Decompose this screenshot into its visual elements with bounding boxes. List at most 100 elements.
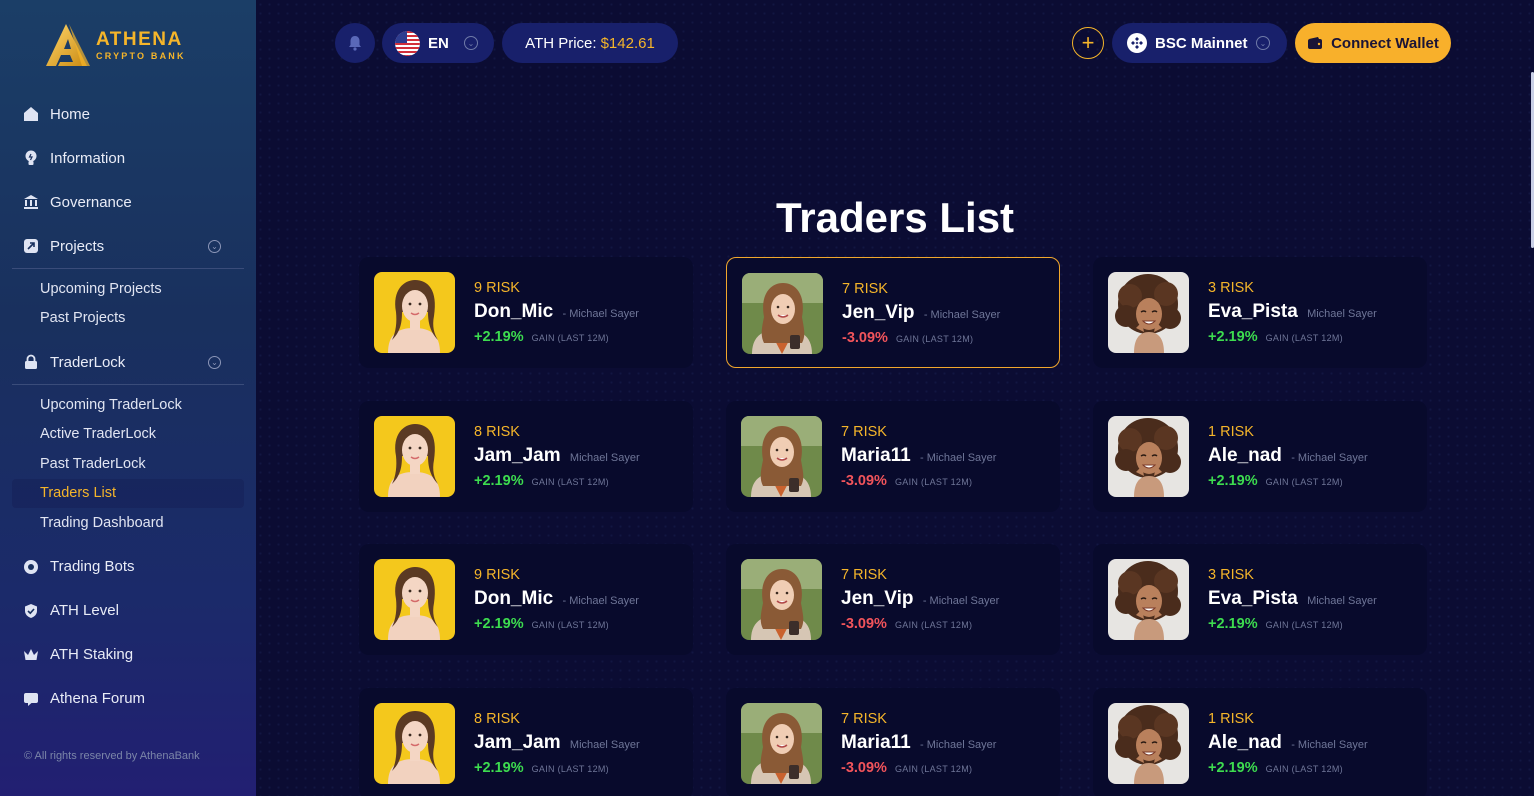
trader-author: Michael Sayer [569,739,640,751]
trader-card[interactable]: 9 RISK Don_Mic - Michael Sayer +2.19% GA… [359,544,693,655]
trader-name-row: Jen_Vip - Michael Sayer [842,302,1000,324]
trader-card[interactable]: 7 RISK Maria11 - Michael Sayer -3.09% GA… [726,401,1060,512]
trader-name: Jen_Vip [842,302,915,323]
trader-name: Jen_Vip [841,588,914,609]
language-selector[interactable]: EN ⌄ [382,23,494,63]
trader-card[interactable]: 3 RISK Eva_Pista Michael Sayer +2.19% GA… [1093,544,1427,655]
trader-card[interactable]: 3 RISK Eva_Pista Michael Sayer +2.19% GA… [1093,257,1427,368]
athena-logo-icon [46,24,90,66]
shield-icon [23,603,39,619]
trader-gain-label: GAIN (LAST 12M) [895,334,974,344]
trader-name: Don_Mic [474,588,554,609]
trader-card[interactable]: 7 RISK Maria11 - Michael Sayer -3.09% GA… [726,688,1060,796]
connect-wallet-button[interactable]: Connect Wallet [1295,23,1451,63]
trader-risk: 7 RISK [841,424,887,440]
chevron-down-icon: ⌄ [464,36,478,50]
sidebar-item-projects[interactable]: Projects ⌄ [12,224,244,268]
trader-card[interactable]: 8 RISK Jam_Jam Michael Sayer +2.19% GAIN… [359,688,693,796]
bank-icon [23,194,39,210]
trader-name-row: Jen_Vip - Michael Sayer [841,588,999,610]
trader-gain: +2.19% [474,760,524,776]
main-content: EN ⌄ ATH Price: $142.61 + BSC Mainnet ⌄ … [256,0,1534,796]
trader-avatar [741,559,822,640]
sidebar-item-traderlock[interactable]: TraderLock ⌄ [12,340,244,384]
chevron-down-icon[interactable]: ⌄ [208,240,221,253]
trader-gain-row: +2.19% GAIN (LAST 12M) [1208,473,1343,489]
page-title: Traders List [775,194,1015,242]
network-selector[interactable]: BSC Mainnet ⌄ [1112,23,1287,63]
notifications-button[interactable] [335,23,375,63]
trader-card[interactable]: 8 RISK Jam_Jam Michael Sayer +2.19% GAIN… [359,401,693,512]
submenu-item-past-traderlock[interactable]: Past TraderLock [12,449,244,479]
sidebar-item-home[interactable]: Home [12,92,244,136]
trader-avatar [1108,272,1189,353]
sidebar-item-trading-bots[interactable]: Trading Bots [12,545,244,589]
trader-risk: 1 RISK [1208,424,1254,440]
trader-author: Michael Sayer [1307,595,1377,607]
trader-avatar [374,272,455,353]
trader-gain: +2.19% [1208,760,1258,776]
network-label: BSC Mainnet [1155,34,1248,52]
sidebar-item-governance[interactable]: Governance [12,180,244,224]
sidebar-item-label: Information [50,149,126,167]
trader-name: Ale_nad [1208,445,1282,466]
submenu-item-active-traderlock[interactable]: Active TraderLock [12,420,244,450]
trader-card[interactable]: 1 RISK Ale_nad - Michael Sayer +2.19% GA… [1093,401,1427,512]
trader-gain-row: +2.19% GAIN (LAST 12M) [1208,760,1343,776]
trader-avatar [374,416,455,497]
trader-author: - Michael Sayer [1291,452,1368,464]
add-token-button[interactable]: + [1072,27,1104,59]
top-bar: EN ⌄ ATH Price: $142.61 + BSC Mainnet ⌄ … [256,0,1534,86]
trader-avatar [741,416,822,497]
sidebar-item-ath-level[interactable]: ATH Level [12,589,244,633]
crown-icon [23,647,39,663]
trader-gain-label: GAIN (LAST 12M) [894,477,973,487]
trader-risk: 8 RISK [474,424,520,440]
trader-risk: 9 RISK [474,567,520,583]
chat-icon [23,691,39,707]
trader-avatar [1108,703,1189,784]
trader-card[interactable]: 7 RISK Jen_Vip - Michael Sayer -3.09% GA… [726,544,1060,655]
submenu-item-past-projects[interactable]: Past Projects [12,304,244,334]
bell-icon [349,36,361,51]
chevron-down-icon[interactable]: ⌄ [208,356,221,369]
trader-risk: 7 RISK [841,711,887,727]
trader-gain: -3.09% [841,760,887,776]
submenu-item-traders-list[interactable]: Traders List [12,478,244,508]
bot-icon [23,559,39,575]
projects-submenu: Upcoming Projects Past Projects [12,269,244,340]
ath-price-display: ATH Price: $142.61 [502,23,678,63]
submenu-item-upcoming-projects[interactable]: Upcoming Projects [12,274,244,304]
trader-gain: +2.19% [474,329,524,345]
trader-gain: +2.19% [1208,616,1258,632]
trader-avatar [374,559,455,640]
trader-gain-row: -3.09% GAIN (LAST 12M) [841,473,972,489]
trader-name: Jam_Jam [474,445,561,466]
trader-card[interactable]: 1 RISK Ale_nad - Michael Sayer +2.19% GA… [1093,688,1427,796]
trader-author: - Michael Sayer [920,739,997,751]
trader-gain: +2.19% [474,473,524,489]
trader-gain-row: -3.09% GAIN (LAST 12M) [841,760,972,776]
plus-icon: + [1081,30,1095,55]
trader-gain-label: GAIN (LAST 12M) [531,620,609,630]
trader-gain: -3.09% [841,616,887,632]
trader-author: - Michael Sayer [923,309,1001,321]
sidebar-item-athena-forum[interactable]: Athena Forum [12,677,244,721]
submenu-item-upcoming-traderlock[interactable]: Upcoming TraderLock [12,390,244,420]
submenu-item-trading-dashboard[interactable]: Trading Dashboard [12,508,244,538]
trader-name-row: Maria11 - Michael Sayer [841,445,996,467]
sidebar-item-information[interactable]: Information [12,136,244,180]
trader-gain-label: GAIN (LAST 12M) [894,764,973,774]
trader-gain-row: -3.09% GAIN (LAST 12M) [841,616,972,632]
trader-author: - Michael Sayer [922,595,1000,607]
trader-card[interactable]: 7 RISK Jen_Vip - Michael Sayer -3.09% GA… [726,257,1060,368]
trader-card[interactable]: 9 RISK Don_Mic - Michael Sayer +2.19% GA… [359,257,693,368]
trader-name: Maria11 [841,445,911,466]
brand-logo[interactable]: ATHENA CRYPTO BANK [42,22,186,68]
trader-gain-row: +2.19% GAIN (LAST 12M) [1208,329,1343,345]
sidebar-item-ath-staking[interactable]: ATH Staking [12,633,244,677]
trader-name-row: Don_Mic - Michael Sayer [474,588,639,610]
trader-gain-label: GAIN (LAST 12M) [1265,620,1343,630]
trader-author: - Michael Sayer [920,452,997,464]
trader-risk: 3 RISK [1208,567,1254,583]
